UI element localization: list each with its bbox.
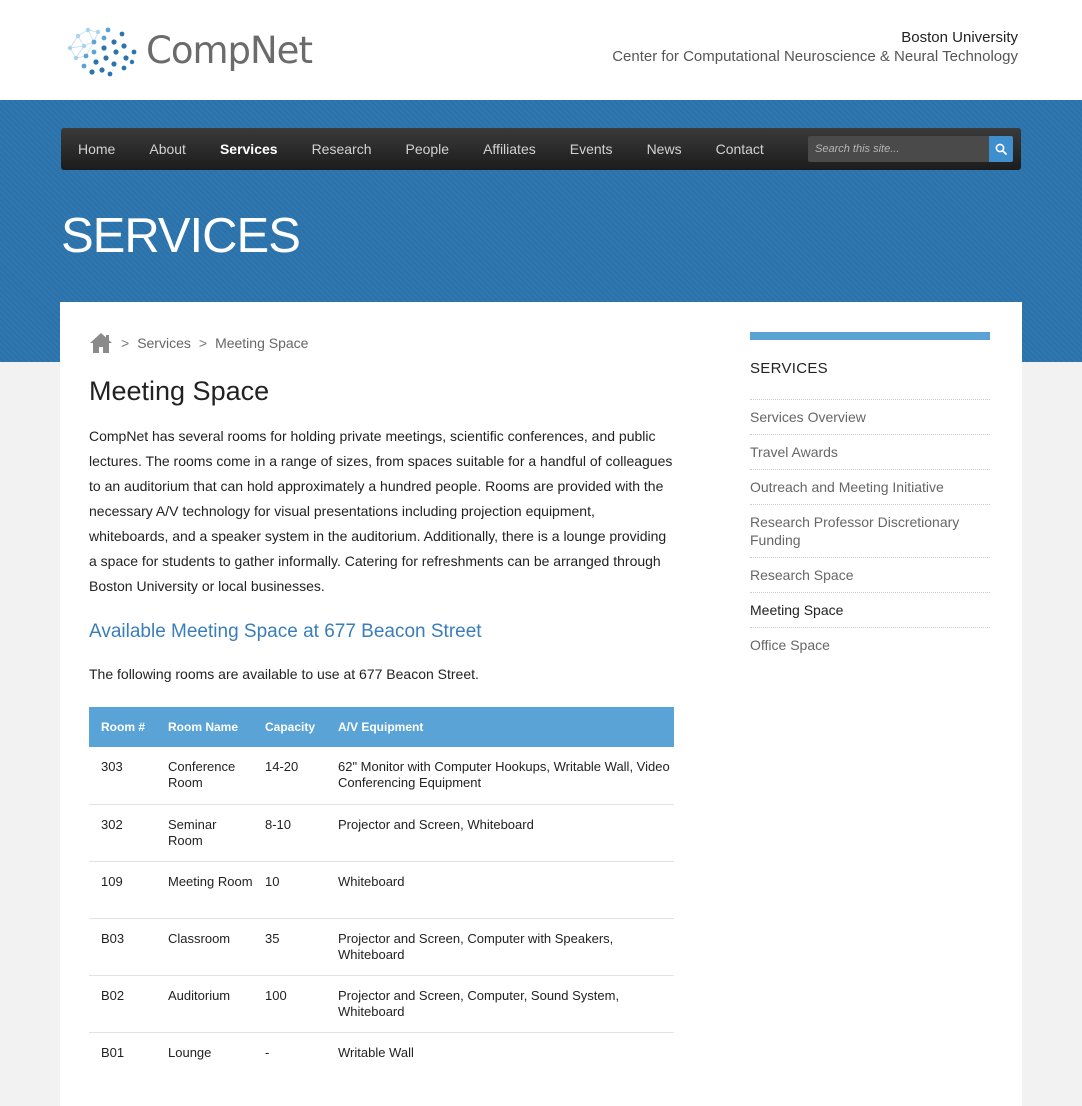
section-subheading: Available Meeting Space at 677 Beacon St… bbox=[89, 621, 482, 642]
cell-capacity: 10 bbox=[253, 861, 326, 919]
cell-room-name: Seminar Room bbox=[156, 804, 253, 862]
breadcrumb-services[interactable]: Services bbox=[137, 335, 191, 351]
cell-av-equipment: Whiteboard bbox=[326, 861, 674, 919]
site-header: CompNet Boston University Center for Com… bbox=[0, 0, 1082, 100]
content-panel: > Services > Meeting Space Meeting Space… bbox=[60, 302, 1022, 1106]
sidebar-accent-bar bbox=[750, 332, 990, 340]
breadcrumb-current: Meeting Space bbox=[215, 335, 309, 351]
nav-item-people[interactable]: People bbox=[388, 128, 466, 170]
cell-av-equipment: Projector and Screen, Computer, Sound Sy… bbox=[326, 975, 674, 1033]
breadcrumb-home-link[interactable] bbox=[89, 332, 113, 354]
cell-room-number: 109 bbox=[89, 861, 156, 919]
main-content: > Services > Meeting Space Meeting Space… bbox=[89, 332, 674, 1089]
logo-link[interactable]: CompNet bbox=[64, 20, 313, 80]
cell-capacity: - bbox=[265, 1044, 270, 1060]
table-row: 303 Conference Room 14-20 62" Monitor wi… bbox=[89, 747, 674, 805]
cell-av-equipment: Projector and Screen, Whiteboard bbox=[326, 804, 674, 862]
cell-room-name: Lounge bbox=[168, 1044, 212, 1060]
cell-room-name: Auditorium bbox=[156, 975, 253, 1033]
institution-name[interactable]: Boston University bbox=[612, 29, 1018, 47]
nav-item-events[interactable]: Events bbox=[553, 128, 630, 170]
cell-room-number: 302 bbox=[89, 804, 156, 862]
logo-text: CompNet bbox=[146, 28, 313, 72]
content-title: Meeting Space bbox=[89, 376, 270, 406]
rooms-table: Room # Room Name Capacity A/V Equipment … bbox=[89, 707, 674, 1089]
header-room-name: Room Name bbox=[156, 707, 253, 747]
cell-room-number: B01 bbox=[101, 1044, 125, 1060]
sidebar-item-services-overview[interactable]: Services Overview bbox=[750, 400, 990, 435]
header-room-number: Room # bbox=[89, 707, 156, 747]
nav-item-home[interactable]: Home bbox=[61, 128, 132, 170]
nav-item-contact[interactable]: Contact bbox=[699, 128, 781, 170]
search-button[interactable] bbox=[989, 136, 1013, 162]
sidebar-title: SERVICES bbox=[750, 340, 990, 400]
nav-item-services[interactable]: Services bbox=[203, 128, 295, 170]
cell-room-name: Conference Room bbox=[156, 747, 253, 805]
nav-item-research[interactable]: Research bbox=[295, 128, 389, 170]
page-heading: SERVICES bbox=[61, 209, 301, 263]
nav-item-affiliates[interactable]: Affiliates bbox=[466, 128, 553, 170]
header-capacity: Capacity bbox=[253, 707, 326, 747]
sidebar-item-research-space[interactable]: Research Space bbox=[750, 558, 990, 593]
sidebar-item-research-professor-funding[interactable]: Research Professor Discretionary Funding bbox=[750, 505, 990, 558]
intro-paragraph: CompNet has several rooms for holding pr… bbox=[89, 428, 673, 594]
compnet-logo-icon bbox=[67, 27, 137, 77]
table-header-row: Room # Room Name Capacity A/V Equipment bbox=[89, 707, 674, 747]
breadcrumb: > Services > Meeting Space bbox=[89, 332, 674, 354]
rooms-intro: The following rooms are available to use… bbox=[89, 666, 479, 682]
cell-capacity: 35 bbox=[253, 918, 326, 976]
cell-av-equipment: Projector and Screen, Computer with Spea… bbox=[326, 918, 674, 976]
sidebar: SERVICES Services Overview Travel Awards… bbox=[750, 332, 990, 662]
table-row: B03 Classroom 35 Projector and Screen, C… bbox=[89, 918, 674, 976]
cell-room-number: 303 bbox=[89, 747, 156, 805]
cell-capacity: 8-10 bbox=[253, 804, 326, 862]
search-box bbox=[808, 136, 1013, 162]
main-nav: Home About Services Research People Affi… bbox=[61, 128, 1021, 170]
institution-block: Boston University Center for Computation… bbox=[612, 29, 1018, 67]
cell-capacity: 100 bbox=[253, 975, 326, 1033]
sidebar-item-travel-awards[interactable]: Travel Awards bbox=[750, 435, 990, 470]
sidebar-item-office-space[interactable]: Office Space bbox=[750, 628, 990, 662]
cell-capacity: 14-20 bbox=[253, 747, 326, 805]
table-row: B02 Auditorium 100 Projector and Screen,… bbox=[89, 975, 674, 1033]
table-row: 302 Seminar Room 8-10 Projector and Scre… bbox=[89, 804, 674, 862]
sidebar-item-outreach[interactable]: Outreach and Meeting Initiative bbox=[750, 470, 990, 505]
sidebar-item-meeting-space[interactable]: Meeting Space bbox=[750, 593, 990, 628]
table-row: B01 Lounge - Writable Wall bbox=[89, 1032, 674, 1089]
breadcrumb-separator: > bbox=[198, 335, 208, 351]
institution-subtitle[interactable]: Center for Computational Neuroscience & … bbox=[612, 47, 1018, 67]
home-icon bbox=[90, 333, 112, 353]
cell-av-equipment: 62" Monitor with Computer Hookups, Writa… bbox=[326, 747, 674, 805]
cell-room-number: B03 bbox=[89, 918, 156, 976]
breadcrumb-separator: > bbox=[121, 335, 130, 351]
search-icon bbox=[995, 143, 1007, 155]
nav-item-news[interactable]: News bbox=[630, 128, 699, 170]
cell-room-number: B02 bbox=[89, 975, 156, 1033]
header-av-equipment: A/V Equipment bbox=[326, 707, 674, 747]
cell-av-equipment: Writable Wall bbox=[338, 1044, 414, 1060]
cell-room-name: Classroom bbox=[156, 918, 253, 976]
table-row: 109 Meeting Room 10 Whiteboard bbox=[89, 861, 674, 919]
cell-room-name: Meeting Room bbox=[156, 861, 253, 919]
nav-item-about[interactable]: About bbox=[132, 128, 203, 170]
search-input[interactable] bbox=[808, 136, 989, 162]
